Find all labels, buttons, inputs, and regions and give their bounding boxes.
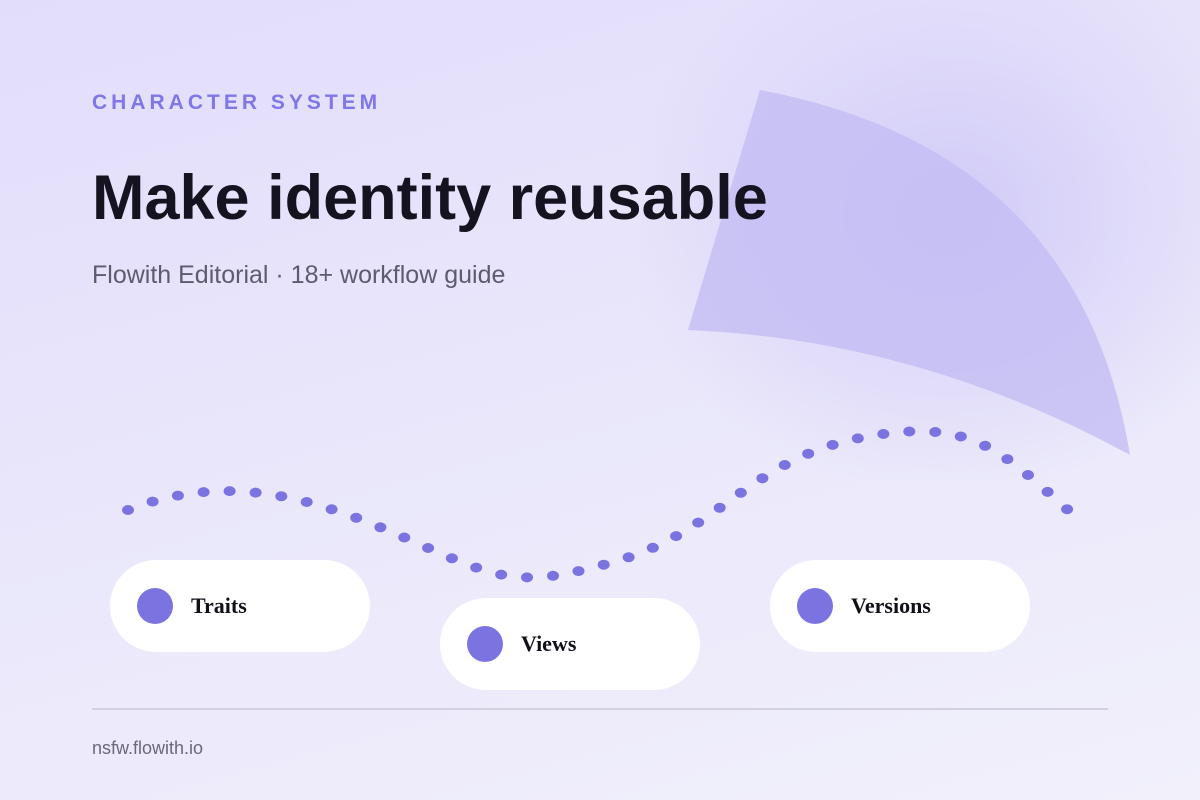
wave-dot bbox=[692, 517, 705, 528]
background-glow bbox=[640, 0, 1200, 480]
pill-traits: Traits bbox=[110, 560, 370, 652]
eyebrow-label: CHARACTER SYSTEM bbox=[92, 91, 382, 114]
wave-dot bbox=[929, 427, 942, 437]
pill-label: Views bbox=[521, 631, 577, 656]
wave-dot bbox=[734, 487, 747, 498]
quarter-circle-shape bbox=[688, 90, 1130, 455]
pill-versions: Versions bbox=[770, 560, 1030, 652]
wave-dot bbox=[1001, 454, 1014, 465]
wave-dot bbox=[398, 532, 411, 543]
wave-dot bbox=[851, 433, 864, 444]
wave-dot bbox=[300, 497, 313, 507]
wave-dot bbox=[670, 531, 683, 542]
wave-dot bbox=[778, 460, 791, 470]
dotted-wave bbox=[122, 426, 1074, 583]
wave-dot bbox=[374, 522, 387, 533]
wave-dot bbox=[1022, 470, 1034, 480]
wave-dot bbox=[954, 431, 967, 442]
wave-dot bbox=[122, 505, 134, 515]
pill-views: Views bbox=[440, 598, 700, 690]
wave-dot bbox=[979, 440, 992, 451]
pill-marker-icon bbox=[797, 588, 833, 624]
pill-marker-icon bbox=[137, 588, 173, 624]
wave-dot bbox=[521, 572, 533, 583]
wave-dot bbox=[622, 552, 635, 563]
wave-dot bbox=[422, 543, 435, 553]
wave-dot bbox=[756, 473, 769, 484]
wave-dot bbox=[1041, 486, 1054, 497]
wave-dot bbox=[223, 486, 236, 497]
wave-dot bbox=[547, 570, 559, 581]
wave-dot bbox=[197, 487, 210, 498]
wave-dot bbox=[826, 439, 839, 450]
wave-dot bbox=[713, 502, 726, 513]
wave-dot bbox=[470, 562, 483, 573]
wave-dot bbox=[275, 491, 288, 502]
wave-dot bbox=[146, 496, 159, 507]
wave-dot bbox=[903, 426, 916, 437]
wave-dot bbox=[325, 504, 338, 515]
wave-dot bbox=[877, 429, 890, 439]
pill-marker-icon bbox=[467, 626, 503, 662]
wave-dot bbox=[802, 448, 815, 459]
dotted-wave-path bbox=[128, 431, 1068, 577]
pill-label: Traits bbox=[191, 593, 247, 618]
page-subtitle: Flowith Editorial · 18+ workflow guide bbox=[92, 261, 506, 289]
wave-dot bbox=[572, 566, 585, 577]
wave-dot bbox=[1061, 504, 1074, 515]
wave-dot bbox=[350, 512, 363, 523]
wave-dot bbox=[249, 487, 262, 498]
page-title: Make identity reusable bbox=[92, 163, 768, 233]
pill-label: Versions bbox=[851, 593, 931, 618]
wave-dot bbox=[445, 553, 458, 564]
wave-dot bbox=[171, 490, 184, 501]
wave-dot bbox=[495, 569, 508, 580]
wave-dot bbox=[597, 559, 610, 570]
wave-dot bbox=[646, 542, 659, 553]
footer-url: nsfw.flowith.io bbox=[92, 738, 204, 758]
footer-divider bbox=[92, 708, 1108, 710]
